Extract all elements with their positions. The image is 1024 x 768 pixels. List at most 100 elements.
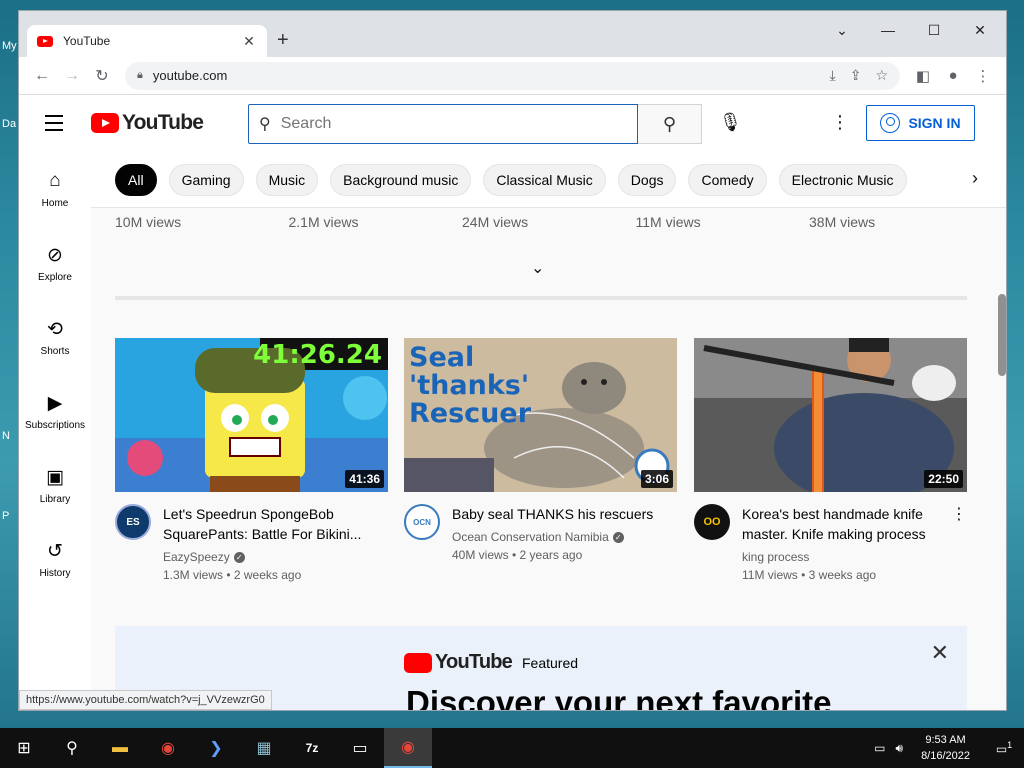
guide-item-subscriptions[interactable]: ▶ Subscriptions [19,374,91,448]
channel-avatar[interactable]: OCN [404,504,440,540]
new-tab-button[interactable]: + [277,29,289,52]
browser-menu-icon[interactable]: ⋮ [968,67,998,85]
share-icon[interactable]: ⇪ [850,67,862,84]
clock[interactable]: 9:53 AM 8/16/2022 [921,732,970,764]
youtube-play-icon [91,113,119,133]
video-title[interactable]: Let's Speedrun SpongeBob SquarePants: Ba… [163,504,385,544]
featured-logo: YouTube Featured [404,651,578,674]
powershell-icon[interactable]: ❯ [192,728,240,768]
guide-menu-icon[interactable] [45,115,63,136]
video-stats: 40M views • 2 years ago [452,548,583,562]
video-thumbnail[interactable]: 41:26.24 41:36 [115,338,388,492]
video-views: 10M views [115,214,182,230]
search-icon[interactable]: ⚲ [48,728,96,768]
tab-search-icon[interactable]: ⌄ [819,15,865,45]
chevron-down-icon[interactable]: ⌄ [531,258,544,278]
settings-menu-icon[interactable]: ⋮ [831,112,849,133]
youtube-logo[interactable]: YouTube [91,111,204,135]
chip-background-music[interactable]: Background music [330,163,472,196]
maximize-button[interactable]: ☐ [911,15,957,45]
chrome-icon[interactable]: ◉ [144,728,192,768]
channel-avatar[interactable]: ES [115,504,151,540]
guide-item-label: Explore [38,271,72,283]
search-button[interactable]: ⚲ [638,104,702,144]
video-card[interactable]: 22:50 OO Korea's best handmade knife mas… [694,338,967,582]
video-title[interactable]: Baby seal THANKS his rescuers [452,504,674,524]
chip-dogs[interactable]: Dogs [617,163,677,196]
guide-item-library[interactable]: ▣ Library [19,448,91,522]
browser-tab[interactable]: YouTube ✕ [27,25,267,57]
side-panel-icon[interactable]: ◧ [908,67,938,85]
chevron-right-icon[interactable]: › [972,168,978,189]
video-stats: 1.3M views • 2 weeks ago [163,568,302,582]
video-title[interactable]: Korea's best handmade knife master. Knif… [742,504,947,544]
channel-name-text[interactable]: EazySpeezy [163,550,230,564]
youtube-play-icon [404,652,432,673]
minimize-button[interactable]: — [865,15,911,45]
chip-electronic-music[interactable]: Electronic Music [778,163,907,196]
channel-name[interactable]: Ocean Conservation Namibia ✓ [452,530,674,544]
channel-name-text[interactable]: Ocean Conservation Namibia [452,530,609,544]
featured-headline: Discover your next favorite [406,684,832,711]
guide-item-home[interactable]: ⌂ Home [19,152,91,226]
video-views: 38M views [809,214,876,230]
url-text[interactable]: youtube.com [153,68,227,83]
sign-in-label: SIGN IN [908,115,961,131]
file-explorer-icon[interactable]: ▬ [96,728,144,768]
7zip-icon[interactable]: 7z [288,728,336,768]
reload-icon[interactable]: ↻ [87,62,117,90]
lock-icon[interactable]: 🔒︎ [137,69,143,82]
guide-item-history[interactable]: ↺ History [19,522,91,596]
knife-thumbnail-image [694,338,967,492]
windows-start-icon[interactable]: ⊞ [0,728,48,768]
omnibox[interactable]: 🔒︎ youtube.com ⤓ ⇪ ☆ [125,61,900,90]
library-icon: ▣ [46,466,64,488]
search-input[interactable] [280,115,601,133]
chrome-active-icon[interactable]: ◉ [384,728,432,768]
tab-strip: YouTube ✕ + ⌄ — ☐ ✕ [19,11,1006,57]
close-window-button[interactable]: ✕ [957,15,1003,45]
thumbnail-overlay-text: 41:26.24 [253,340,382,370]
address-bar: ← → ↻ 🔒︎ youtube.com ⤓ ⇪ ☆ ◧ ● ⋮ [19,57,1006,95]
search-box[interactable]: ⚲ [248,104,638,144]
chip-music[interactable]: Music [255,163,319,196]
history-icon: ↺ [47,540,63,562]
search-icon: ⚲ [259,116,271,133]
desktop-label: P [2,510,10,522]
chip-all[interactable]: All [115,163,157,196]
chip-classical-music[interactable]: Classical Music [483,163,606,196]
install-icon[interactable]: ⤓ [830,67,836,84]
video-duration: 3:06 [640,470,673,488]
guide-item-explore[interactable]: ⊘ Explore [19,226,91,300]
channel-name[interactable]: EazySpeezy ✓ [163,550,385,564]
youtube-page: YouTube ⚲ ⚲ 🎙︎ ⋮ SIGN IN ⌂ Home ⊘ Explor… [19,96,1006,711]
back-icon[interactable]: ← [27,62,57,90]
profile-icon[interactable]: ● [938,67,968,84]
forward-icon[interactable]: → [57,62,87,90]
microphone-icon[interactable]: 🎙︎ [719,112,742,133]
page-scrollbar[interactable] [998,294,1006,376]
close-icon[interactable]: ✕ [931,640,949,666]
feed: 10M views 2.1M views 24M views 11M views… [91,208,991,711]
volume-icon[interactable]: 🔊︎ [896,741,904,756]
bookmark-star-icon[interactable]: ☆ [875,67,888,84]
tab-close-icon[interactable]: ✕ [241,33,257,50]
guide-item-shorts[interactable]: ⟲ Shorts [19,300,91,374]
channel-avatar[interactable]: OO [694,504,730,540]
chip-gaming[interactable]: Gaming [168,163,244,196]
notification-icon[interactable]: ▭1 [984,740,1024,756]
search-icon: ⚲ [662,113,677,134]
guide-item-label: Home [41,197,69,209]
video-action-menu-icon[interactable]: ⋮ [951,504,967,524]
channel-name[interactable]: king process [742,550,947,564]
sign-in-button[interactable]: SIGN IN [866,105,975,141]
chip-comedy[interactable]: Comedy [688,163,767,196]
video-thumbnail[interactable]: Seal 'thanks' Rescuer 3:06 [404,338,677,492]
video-thumbnail[interactable]: 22:50 [694,338,967,492]
control-panel-icon[interactable]: ▦ [240,728,288,768]
terminal-icon[interactable]: ▭ [336,728,384,768]
network-icon[interactable]: ▭ [874,741,885,755]
video-card[interactable]: 41:26.24 41:36 ES Let's Speedrun SpongeB… [115,338,388,582]
video-card[interactable]: Seal 'thanks' Rescuer 3:06 OCN Baby seal… [404,338,677,562]
video-views: 2.1M views [288,214,359,230]
